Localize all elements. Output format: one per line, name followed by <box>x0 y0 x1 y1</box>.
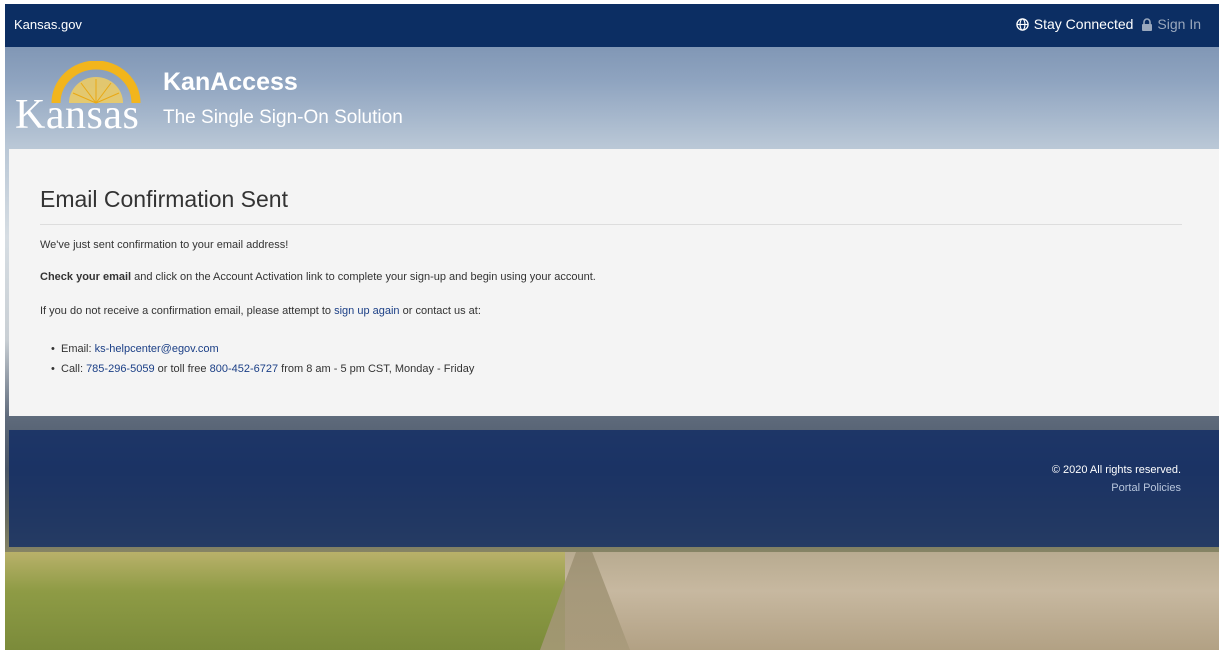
not-received-instruction: If you do not receive a confirmation ema… <box>40 305 481 317</box>
bullet: • <box>51 363 55 375</box>
lock-icon <box>1142 17 1153 31</box>
sign-in-link[interactable]: Sign In <box>1141 16 1201 32</box>
phone-link[interactable]: 785-296-5059 <box>86 363 155 375</box>
contact-phone-item: • Call: 785-296-5059 or toll free 800-45… <box>40 359 474 379</box>
globe-icon <box>1016 17 1029 31</box>
sign-in-label: Sign In <box>1157 16 1201 32</box>
background-grain-field <box>565 552 1219 650</box>
bullet: • <box>51 343 55 355</box>
page-title: Email Confirmation Sent <box>40 186 288 212</box>
support-email-link[interactable]: ks-helpcenter@egov.com <box>95 343 219 355</box>
title-divider <box>40 224 1182 225</box>
check-email-bold: Check your email <box>40 271 132 283</box>
toll-free-text: or toll free <box>154 363 210 375</box>
site-header: Kansas KanAccess The Single Sign-On Solu… <box>5 47 1219 149</box>
check-email-instruction: Check your email and click on the Accoun… <box>40 271 596 283</box>
background-wheat-field <box>5 552 625 650</box>
confirmation-card: Email Confirmation Sent We've just sent … <box>9 149 1219 416</box>
kansas-logo[interactable]: Kansas <box>11 61 151 141</box>
top-bar: Kansas.gov Stay Connected Sign In <box>5 4 1219 47</box>
sign-up-again-link[interactable]: sign up again <box>334 305 399 317</box>
page-frame: Kansas.gov Stay Connected Sign In Kansas… <box>5 4 1219 650</box>
copyright-text: © 2020 All rights reserved. <box>1051 464 1181 476</box>
app-title: KanAccess <box>163 68 298 96</box>
support-hours: from 8 am - 5 pm CST, Monday - Friday <box>278 363 475 375</box>
confirmation-message: We've just sent confirmation to your ema… <box>40 239 289 251</box>
site-footer: © 2020 All rights reserved. Portal Polic… <box>9 430 1219 547</box>
kansas-logo-wordmark: Kansas <box>15 92 140 138</box>
call-label: Call: <box>61 363 87 375</box>
kansas-gov-link[interactable]: Kansas.gov <box>14 17 82 32</box>
portal-policies-link[interactable]: Portal Policies <box>1111 482 1181 494</box>
contact-email-item: • Email: ks-helpcenter@egov.com <box>40 339 474 359</box>
stay-connected-label: Stay Connected <box>1033 16 1134 32</box>
stay-connected-link[interactable]: Stay Connected <box>1016 16 1134 32</box>
top-right-links: Stay Connected Sign In <box>1016 16 1201 32</box>
contact-list: • Email: ks-helpcenter@egov.com • Call: … <box>40 339 474 379</box>
toll-free-phone-link[interactable]: 800-452-6727 <box>210 363 279 375</box>
check-email-rest: and click on the Account Activation link… <box>131 271 596 283</box>
not-received-post: or contact us at: <box>399 305 481 317</box>
not-received-pre: If you do not receive a confirmation ema… <box>40 305 335 317</box>
email-label: Email: <box>61 343 95 355</box>
app-subtitle: The Single Sign-On Solution <box>163 107 403 128</box>
